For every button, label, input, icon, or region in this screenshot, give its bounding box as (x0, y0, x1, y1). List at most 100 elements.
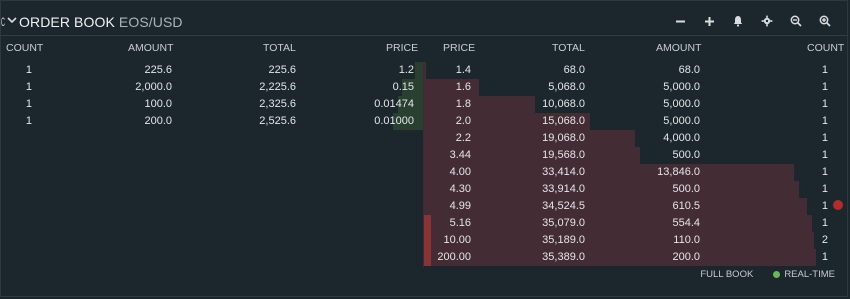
bid-price: 0.01000 (374, 115, 414, 127)
ask-price: 2.0 (455, 115, 471, 127)
zoom-out-icon[interactable] (785, 12, 807, 30)
ask-amount: 500.0 (672, 149, 700, 161)
gear-icon[interactable] (756, 12, 778, 30)
ask-amount: 500.0 (672, 183, 700, 195)
panel-title-label: ORDER BOOK (19, 14, 115, 30)
bell-icon[interactable] (727, 12, 749, 30)
ask-count: 1 (821, 64, 828, 76)
minus-icon[interactable] (669, 12, 691, 30)
ask-price: 4.99 (449, 200, 471, 212)
ask-amount: 110.0 (673, 234, 700, 246)
ask-price: 1.4 (455, 64, 471, 76)
ask-row[interactable]: 10.00 35,189.0 110.0 2 (423, 232, 849, 249)
bids-price-header: PRICE (386, 42, 419, 54)
ask-amount: 200.0 (672, 251, 700, 263)
asks-total-header: TOTAL (552, 42, 585, 54)
ask-row[interactable]: 5.16 35,079.0 554.4 1 (423, 215, 849, 232)
bid-depth-bar (415, 62, 423, 79)
asks-count-header: COUNT (807, 42, 845, 54)
ask-total: 10,068.0 (542, 98, 585, 110)
ask-total: 19,568.0 (542, 149, 585, 161)
ask-depth-bar (423, 249, 816, 266)
ask-row[interactable]: 4.00 33,414.0 13,846.0 1 (423, 164, 849, 181)
ask-count: 1 (821, 200, 828, 212)
ask-price: 4.00 (449, 166, 471, 178)
ask-row[interactable]: 3.44 19,568.0 500.0 1 (423, 147, 849, 164)
footer: FULL BOOK REAL-TIME (700, 268, 835, 280)
ask-amount: 5,000.0 (663, 98, 700, 110)
ask-price: 1.6 (455, 81, 471, 93)
left-edge-glyph: C (1, 15, 5, 29)
bid-row[interactable]: 1 225.6 225.6 1.2 (1, 62, 423, 79)
bid-count: 1 (25, 81, 32, 93)
ask-count: 1 (821, 81, 828, 93)
bid-amount: 100.0 (144, 98, 172, 110)
bid-count: 1 (25, 115, 32, 127)
ask-row[interactable]: 1.8 10,068.0 5,000.0 1 (423, 96, 849, 113)
ask-count: 1 (821, 217, 828, 229)
bid-count: 1 (25, 64, 32, 76)
ask-amount: 68.0 (678, 64, 700, 76)
ask-total: 34,524.5 (542, 200, 585, 212)
ask-depth-bar (423, 198, 807, 215)
zoom-in-icon[interactable] (814, 12, 836, 30)
ask-row[interactable]: 1.6 5,068.0 5,000.0 1 (423, 79, 849, 96)
ask-row[interactable]: 4.30 33,914.0 500.0 1 (423, 181, 849, 198)
ask-total: 35,389.0 (542, 251, 585, 263)
bid-total: 225.6 (268, 64, 296, 76)
status-dot (833, 200, 843, 210)
asks-amount-header: AMOUNT (656, 42, 702, 54)
ask-price: 3.44 (449, 149, 471, 161)
asks-price-header: PRICE (443, 42, 476, 54)
realtime-dot-icon (773, 270, 781, 278)
ask-row[interactable]: 2.2 19,068.0 4,000.0 1 (423, 130, 849, 147)
bids-count-header: COUNT (6, 42, 44, 54)
bid-count: 1 (25, 98, 32, 110)
ask-total: 68.0 (563, 64, 585, 76)
bid-total: 2,325.6 (259, 98, 296, 110)
ask-count: 2 (821, 234, 828, 246)
ask-row[interactable]: 200.00 35,389.0 200.0 1 (423, 249, 849, 266)
ask-row[interactable]: 1.4 68.0 68.0 1 (423, 62, 849, 79)
ask-total: 35,189.0 (542, 234, 585, 246)
ask-amount: 13,846.0 (657, 166, 700, 178)
full-book-link[interactable]: FULL BOOK (700, 269, 753, 280)
ask-count: 1 (821, 251, 828, 263)
bid-price: 0.01474 (374, 98, 414, 110)
bid-row[interactable]: 1 100.0 2,325.6 0.01474 (1, 96, 423, 113)
ask-row[interactable]: 4.99 34,524.5 610.5 1 (423, 198, 849, 215)
ask-total: 33,414.0 (542, 166, 585, 178)
symbol-label: EOS/USD (118, 14, 183, 30)
ask-depth-bar (423, 181, 799, 198)
ask-depth-bar (423, 215, 812, 232)
bid-total: 2,525.6 (259, 115, 296, 127)
bid-amount: 2,000.0 (135, 81, 172, 93)
ask-row[interactable]: 2.0 15,068.0 5,000.0 1 (423, 113, 849, 130)
ask-price: 1.8 (455, 98, 471, 110)
bid-price: 0.15 (392, 81, 414, 93)
ask-total: 15,068.0 (542, 115, 585, 127)
ask-amount: 5,000.0 (663, 81, 700, 93)
ask-amount: 4,000.0 (663, 132, 700, 144)
toolbar (662, 12, 836, 30)
realtime-label[interactable]: REAL-TIME (784, 269, 835, 280)
panel-header: C ORDER BOOK EOS/USD (1, 1, 847, 36)
bid-amount: 200.0 (144, 115, 172, 127)
chevron-down-icon[interactable] (7, 15, 17, 25)
ask-amount: 610.5 (672, 200, 700, 212)
bid-row[interactable]: 1 2,000.0 2,225.6 0.15 (1, 79, 423, 96)
ask-amount: 554.4 (672, 217, 700, 229)
ask-count: 1 (821, 183, 828, 195)
ask-total: 35,079.0 (542, 217, 585, 229)
ask-total: 33,914.0 (542, 183, 585, 195)
bid-price: 1.2 (398, 64, 414, 76)
ask-count: 1 (821, 132, 828, 144)
price-accent-bar (424, 215, 431, 266)
ask-price: 2.2 (455, 132, 471, 144)
ask-count: 1 (821, 149, 828, 161)
plus-icon[interactable] (698, 12, 720, 30)
ask-total: 5,068.0 (548, 81, 585, 93)
ask-count: 1 (821, 98, 828, 110)
bid-row[interactable]: 1 200.0 2,525.6 0.01000 (1, 113, 423, 130)
ask-price: 4.30 (449, 183, 471, 195)
